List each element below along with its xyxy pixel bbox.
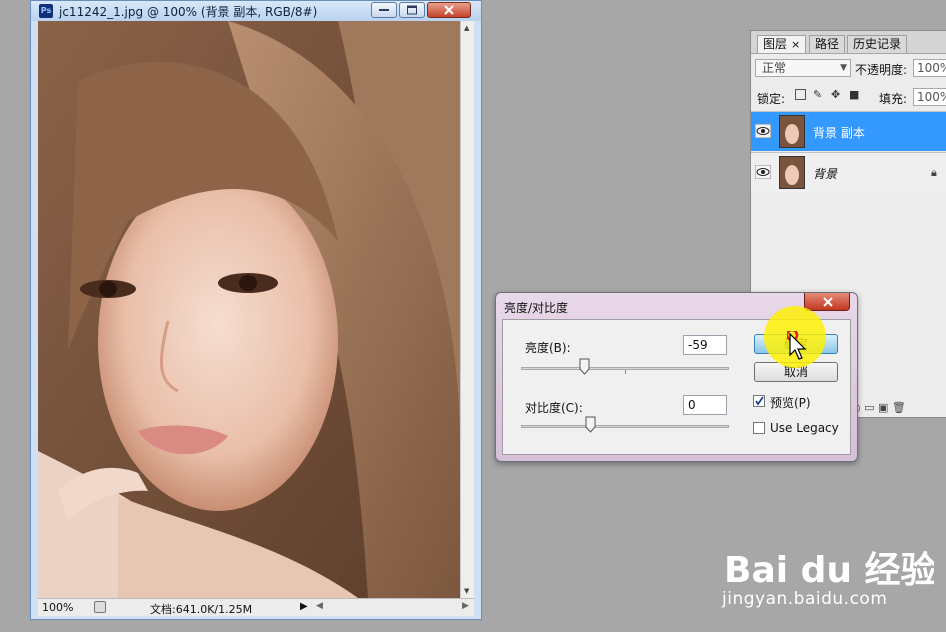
document-info: 文档:641.0K/1.25M — [150, 603, 253, 616]
brightness-slider-thumb[interactable] — [579, 358, 590, 375]
zoom-options-icon[interactable] — [94, 601, 106, 613]
lock-transparency-icon[interactable] — [795, 89, 806, 100]
layer-thumbnail — [779, 156, 805, 189]
document-window: Ps jc11242_1.jpg @ 100% (背景 副本, RGB/8#) — [30, 0, 482, 620]
status-bar: 100% 文档:641.0K/1.25M ▶ ◀ ▶ — [38, 598, 474, 616]
document-titlebar[interactable]: Ps jc11242_1.jpg @ 100% (背景 副本, RGB/8#) — [31, 1, 481, 21]
minimize-button[interactable] — [371, 2, 397, 18]
fill-label: 填充: — [879, 92, 908, 106]
scroll-up-icon[interactable]: ▲ — [464, 24, 469, 32]
tab-close-icon[interactable]: × — [791, 38, 800, 51]
panel-footer-icons[interactable]: ◐ ▭ ▣ 🗑︎ — [851, 401, 906, 414]
checkmark-icon — [755, 396, 764, 406]
document-title: jc11242_1.jpg @ 100% (背景 副本, RGB/8#) — [59, 5, 318, 19]
opacity-label: 不透明度: — [855, 63, 908, 77]
use-legacy-label[interactable]: Use Legacy — [770, 421, 839, 435]
minimize-icon — [379, 9, 389, 11]
layer-row[interactable]: 背景 🔒︎ — [751, 152, 946, 192]
layer-thumbnail — [779, 115, 805, 148]
tab-history[interactable]: 历史记录 — [847, 35, 908, 53]
chevron-down-icon: ▼ — [840, 63, 847, 73]
lock-move-icon[interactable]: ✥ — [831, 89, 842, 100]
preview-checkbox[interactable] — [753, 395, 765, 407]
opacity-input[interactable]: 100% — [913, 59, 946, 77]
tab-paths[interactable]: 路径 — [809, 35, 846, 53]
brightness-input[interactable]: -59 — [683, 335, 727, 355]
tab-layers-label: 图层 — [763, 37, 788, 51]
tab-layers[interactable]: 图层 × — [757, 35, 807, 53]
fill-input[interactable]: 100% — [913, 88, 946, 106]
contrast-label: 对比度(C): — [525, 401, 583, 415]
mouse-cursor-icon — [787, 331, 807, 360]
lock-icon: 🔒︎ — [931, 166, 937, 179]
contrast-slider-track[interactable] — [521, 425, 729, 428]
close-button[interactable] — [427, 2, 471, 18]
use-legacy-checkbox[interactable] — [753, 422, 765, 434]
eye-icon[interactable] — [755, 124, 771, 138]
image-canvas[interactable] — [38, 21, 460, 598]
layer-name[interactable]: 背景 — [813, 165, 837, 182]
lock-brush-icon[interactable]: ✎ — [813, 89, 824, 100]
contrast-slider-thumb[interactable] — [585, 416, 596, 433]
zoom-level[interactable]: 100% — [42, 601, 73, 614]
watermark-url: jingyan.baidu.com — [722, 589, 888, 609]
maximize-button[interactable] — [399, 2, 425, 18]
blend-mode-value: 正常 — [762, 61, 787, 75]
scroll-left-icon[interactable]: ◀ — [316, 601, 323, 611]
status-menu-icon[interactable]: ▶ — [300, 601, 308, 612]
panel-tabs: 图层 × 路径 历史记录 — [751, 31, 946, 54]
watermark-logo-text: Bai du 经验 — [724, 550, 934, 591]
brightness-label: 亮度(B): — [525, 341, 571, 355]
contrast-input[interactable]: 0 — [683, 395, 727, 415]
scroll-down-icon[interactable]: ▼ — [464, 587, 469, 595]
dialog-close-button[interactable] — [804, 293, 850, 311]
close-icon — [444, 5, 454, 15]
maximize-icon — [407, 5, 417, 15]
lock-label: 锁定: — [757, 92, 786, 106]
layer-name[interactable]: 背景 副本 — [813, 124, 865, 141]
lock-all-icon[interactable]: ■ — [849, 89, 860, 100]
brightness-slider-tick — [625, 370, 626, 374]
portrait-photo — [38, 21, 460, 598]
layer-row[interactable]: 背景 副本 — [751, 111, 946, 151]
dialog-title: 亮度/对比度 — [504, 301, 569, 315]
close-icon — [823, 297, 833, 307]
scroll-right-icon[interactable]: ▶ — [462, 601, 469, 611]
photoshop-icon: Ps — [39, 4, 53, 18]
eye-icon[interactable] — [755, 165, 771, 179]
blend-mode-select[interactable]: 正常 ▼ — [755, 59, 851, 77]
preview-label[interactable]: 预览(P) — [770, 394, 811, 411]
vertical-scrollbar[interactable]: ▲ ▼ — [460, 21, 474, 598]
